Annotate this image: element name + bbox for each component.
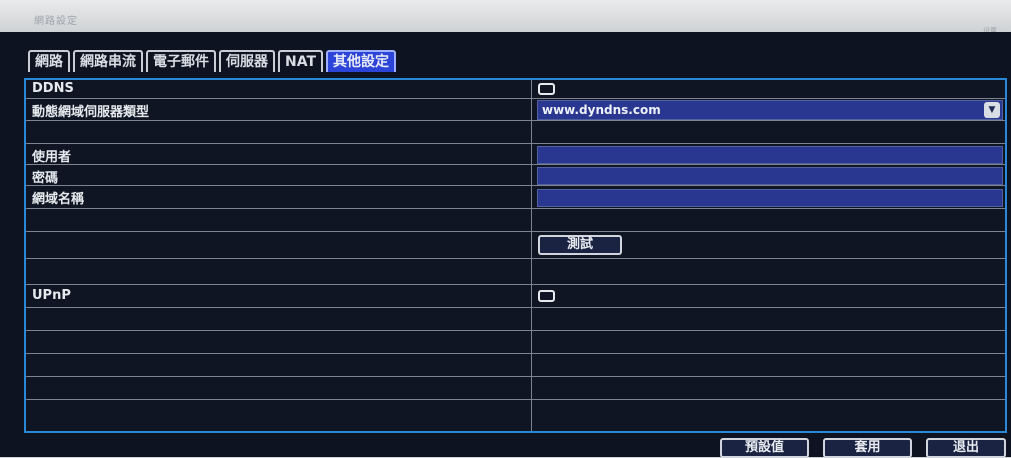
user-row: 使用者 xyxy=(26,144,1005,165)
empty-row xyxy=(26,209,1005,232)
ddns-checkbox[interactable] xyxy=(538,83,555,95)
empty-row xyxy=(26,331,1005,354)
server-type-label: 動態網域伺服器類型 xyxy=(32,105,150,120)
empty-row xyxy=(26,400,1005,431)
tab-email[interactable]: 電子郵件 xyxy=(146,50,216,72)
ddns-label: DDNS xyxy=(32,81,74,96)
domain-input[interactable] xyxy=(537,189,1003,207)
empty-row xyxy=(26,354,1005,377)
default-button[interactable]: 預設值 xyxy=(720,438,809,458)
apply-button[interactable]: 套用 xyxy=(823,438,912,458)
settings-panel: DDNS 動態網域伺服器類型 www.dyndns.com ▼ 使用者 密碼 網… xyxy=(24,78,1007,433)
password-input[interactable] xyxy=(537,167,1003,185)
upnp-label: UPnP xyxy=(32,288,71,303)
user-input[interactable] xyxy=(537,146,1003,164)
photo-top-area: 網路設定 设置 xyxy=(0,0,1011,35)
tab-bar: 網路 網路串流 電子郵件 伺服器 NAT 其他設定 xyxy=(28,50,399,72)
server-type-row: 動態網域伺服器類型 www.dyndns.com ▼ xyxy=(26,99,1005,121)
test-row: 測試 xyxy=(26,232,1005,259)
exit-button[interactable]: 退出 xyxy=(926,438,1006,458)
empty-row xyxy=(26,259,1005,285)
password-row: 密碼 xyxy=(26,165,1005,186)
network-settings-dialog: 網路 網路串流 電子郵件 伺服器 NAT 其他設定 DDNS 動態網域伺服器類型… xyxy=(0,32,1011,458)
window-title: 網路設定 xyxy=(34,16,78,27)
empty-row xyxy=(26,121,1005,144)
empty-row xyxy=(26,377,1005,400)
user-label: 使用者 xyxy=(32,150,72,165)
test-button[interactable]: 測試 xyxy=(538,235,622,255)
server-type-select[interactable]: www.dyndns.com ▼ xyxy=(537,100,1003,120)
tab-other-settings[interactable]: 其他設定 xyxy=(326,50,397,72)
server-type-value: www.dyndns.com xyxy=(542,103,661,117)
tab-nat[interactable]: NAT xyxy=(278,50,324,72)
tab-network-stream[interactable]: 網路串流 xyxy=(73,50,143,72)
empty-row xyxy=(26,308,1005,331)
domain-label: 網域名稱 xyxy=(32,192,85,207)
chevron-down-icon[interactable]: ▼ xyxy=(984,102,1000,118)
tab-server[interactable]: 伺服器 xyxy=(219,50,275,72)
domain-row: 網域名稱 xyxy=(26,186,1005,209)
ddns-row: DDNS xyxy=(26,80,1005,99)
password-label: 密碼 xyxy=(32,171,59,186)
upnp-row: UPnP xyxy=(26,285,1005,308)
upnp-checkbox[interactable] xyxy=(538,290,555,302)
tab-network[interactable]: 網路 xyxy=(28,50,70,72)
